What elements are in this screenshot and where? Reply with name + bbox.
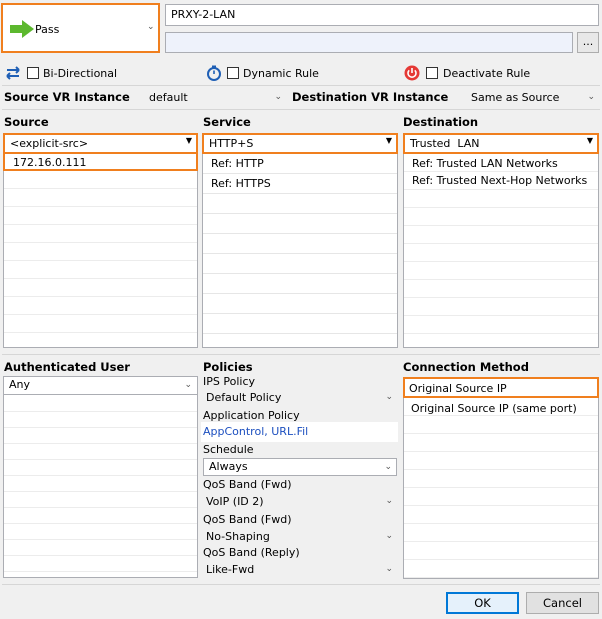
chevron-down-icon: ⌄ bbox=[385, 392, 393, 402]
cancel-button[interactable]: Cancel bbox=[526, 592, 599, 614]
divider bbox=[2, 85, 600, 86]
policies-heading: Policies bbox=[203, 360, 253, 374]
dropdown-arrow-icon: ▼ bbox=[385, 136, 392, 145]
action-select[interactable]: Pass ⌄ bbox=[1, 3, 160, 53]
schedule-select[interactable]: Always ⌄ bbox=[203, 458, 397, 476]
chevron-down-icon: ⌄ bbox=[385, 564, 393, 574]
qos-fwd2-select[interactable]: No-Shaping ⌄ bbox=[203, 528, 397, 546]
divider bbox=[2, 354, 600, 355]
connection-grid bbox=[404, 398, 598, 578]
dynamic-rule-label: Dynamic Rule bbox=[243, 67, 319, 80]
ips-policy-value: Default Policy bbox=[206, 391, 282, 404]
power-icon bbox=[404, 65, 420, 81]
qos-reply-value: Like-Fwd bbox=[206, 563, 255, 576]
destination-selected-value: Trusted LAN bbox=[410, 137, 480, 150]
auth-user-heading: Authenticated User bbox=[4, 360, 130, 374]
auth-user-value: Any bbox=[9, 378, 31, 391]
qos-fwd2-value: No-Shaping bbox=[206, 530, 270, 543]
source-selected-value: <explicit-src> bbox=[10, 137, 89, 150]
qos-fwd2-label: QoS Band (Fwd) bbox=[203, 513, 292, 526]
auth-user-select[interactable]: Any ⌄ bbox=[3, 376, 198, 395]
service-item[interactable]: Ref: HTTPS bbox=[211, 177, 271, 190]
browse-label: ... bbox=[582, 35, 594, 48]
divider bbox=[2, 584, 600, 585]
service-selected-value: HTTP+S bbox=[209, 137, 254, 150]
connection-method-item[interactable]: Original Source IP (same port) bbox=[411, 402, 577, 415]
ok-button[interactable]: OK bbox=[446, 592, 519, 614]
source-heading: Source bbox=[4, 115, 49, 129]
qos-reply-select[interactable]: Like-Fwd ⌄ bbox=[203, 561, 397, 579]
green-arrow-icon bbox=[10, 20, 34, 38]
chevron-down-icon: ⌄ bbox=[274, 92, 282, 102]
source-grid bbox=[4, 171, 197, 347]
destination-item[interactable]: Ref: Trusted Next-Hop Networks bbox=[412, 174, 587, 187]
application-policy-link[interactable]: AppControl, URL.Fil bbox=[203, 425, 308, 438]
source-vr-value: default bbox=[149, 91, 188, 104]
rule-name-value: PRXY-2-LAN bbox=[171, 8, 236, 21]
ips-policy-label: IPS Policy bbox=[203, 375, 255, 388]
source-item[interactable]: 172.16.0.111 bbox=[3, 152, 198, 171]
source-vr-label: Source VR Instance bbox=[4, 90, 130, 104]
chevron-down-icon: ⌄ bbox=[384, 462, 392, 472]
destination-vr-value: Same as Source bbox=[471, 91, 560, 104]
bidirectional-arrows-icon bbox=[6, 66, 20, 80]
application-policy-field[interactable]: AppControl, URL.Fil bbox=[201, 422, 398, 442]
chevron-down-icon: ⌄ bbox=[147, 22, 155, 32]
destination-vr-label: Destination VR Instance bbox=[292, 90, 449, 104]
deactivate-rule-checkbox[interactable] bbox=[426, 67, 438, 79]
application-policy-label: Application Policy bbox=[203, 409, 300, 422]
chevron-down-icon: ⌄ bbox=[385, 531, 393, 541]
destination-heading: Destination bbox=[403, 115, 479, 129]
service-heading: Service bbox=[203, 115, 251, 129]
dropdown-arrow-icon: ▼ bbox=[586, 136, 593, 145]
ips-policy-select[interactable]: Default Policy ⌄ bbox=[203, 389, 397, 407]
description-field[interactable] bbox=[165, 32, 573, 53]
ok-label: OK bbox=[474, 596, 491, 610]
bidirectional-checkbox[interactable] bbox=[27, 67, 39, 79]
qos-fwd-select[interactable]: VoIP (ID 2) ⌄ bbox=[203, 493, 397, 511]
destination-item[interactable]: Ref: Trusted LAN Networks bbox=[412, 157, 558, 170]
connection-method-item-selected[interactable]: Original Source IP bbox=[403, 377, 599, 398]
action-label: Pass bbox=[35, 23, 60, 36]
auth-user-grid bbox=[4, 396, 197, 577]
source-select[interactable]: <explicit-src> ▼ bbox=[3, 133, 198, 154]
rule-name-field[interactable]: PRXY-2-LAN bbox=[165, 4, 599, 26]
schedule-value: Always bbox=[209, 460, 248, 473]
cancel-label: Cancel bbox=[543, 596, 582, 610]
divider bbox=[2, 109, 600, 110]
dropdown-arrow-icon: ▼ bbox=[185, 136, 192, 145]
browse-button[interactable]: ... bbox=[577, 32, 599, 53]
chevron-down-icon: ⌄ bbox=[184, 380, 192, 390]
deactivate-rule-label: Deactivate Rule bbox=[443, 67, 531, 80]
chevron-down-icon: ⌄ bbox=[385, 496, 393, 506]
schedule-label: Schedule bbox=[203, 443, 254, 456]
bidirectional-label: Bi-Directional bbox=[43, 67, 118, 80]
qos-fwd-value: VoIP (ID 2) bbox=[206, 495, 264, 508]
destination-vr-select[interactable]: Same as Source ⌄ bbox=[468, 89, 599, 107]
source-vr-select[interactable]: default ⌄ bbox=[146, 89, 286, 107]
source-item-label: 172.16.0.111 bbox=[13, 156, 87, 169]
stopwatch-icon bbox=[207, 65, 221, 81]
chevron-down-icon: ⌄ bbox=[587, 92, 595, 102]
connection-method-heading: Connection Method bbox=[403, 360, 529, 374]
destination-select[interactable]: Trusted LAN ▼ bbox=[403, 133, 599, 154]
connection-method-label: Original Source IP bbox=[409, 382, 507, 395]
service-item[interactable]: Ref: HTTP bbox=[211, 157, 264, 170]
service-select[interactable]: HTTP+S ▼ bbox=[202, 133, 398, 154]
dynamic-rule-checkbox[interactable] bbox=[227, 67, 239, 79]
qos-reply-label: QoS Band (Reply) bbox=[203, 546, 300, 559]
qos-fwd-label: QoS Band (Fwd) bbox=[203, 478, 292, 491]
